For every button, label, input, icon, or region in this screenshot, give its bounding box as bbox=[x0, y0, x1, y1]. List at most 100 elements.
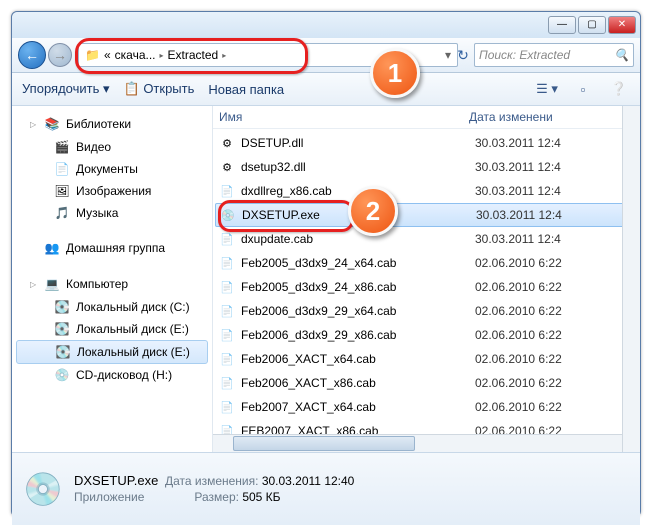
music-icon: 🎵 bbox=[54, 205, 70, 221]
sidebar-item-pictures[interactable]: 🖼Изображения bbox=[12, 180, 212, 202]
sidebar-item-music[interactable]: 🎵Музыка bbox=[12, 202, 212, 224]
open-button[interactable]: 📋 Открыть bbox=[124, 81, 195, 97]
file-date: 30.03.2011 12:4 bbox=[475, 136, 595, 150]
col-date[interactable]: Дата изменени bbox=[469, 110, 589, 124]
file-icon: 📄 bbox=[219, 231, 235, 247]
sidebar-item-cd[interactable]: 💿CD-дисковод (H:) bbox=[12, 364, 212, 386]
file-icon: 📄 bbox=[219, 327, 235, 343]
file-row[interactable]: 📄 Feb2006_d3dx9_29_x64.cab02.06.2010 6:22 bbox=[213, 299, 640, 323]
file-icon: 📄 bbox=[219, 303, 235, 319]
file-date: 02.06.2010 6:22 bbox=[475, 352, 595, 366]
sidebar-item-drive-c[interactable]: 💽Локальный диск (C:) bbox=[12, 296, 212, 318]
back-button[interactable]: ← bbox=[18, 41, 46, 69]
file-row[interactable]: 📄Feb2005_d3dx9_24_x86.cab02.06.2010 6:22 bbox=[213, 275, 640, 299]
titlebar: — ▢ ✕ bbox=[12, 12, 640, 38]
file-date: 30.03.2011 12:4 bbox=[476, 208, 596, 222]
file-name: Feb2005_d3dx9_24_x86.cab bbox=[241, 280, 475, 294]
dropdown-icon[interactable]: ▾ bbox=[443, 48, 453, 62]
file-row[interactable]: 📄Feb2006_d3dx9_29_x86.cab02.06.2010 6:22 bbox=[213, 323, 640, 347]
sidebar-item-documents[interactable]: 📄Документы bbox=[12, 158, 212, 180]
explorer-window: — ▢ ✕ ← → 📁 « скача... ▸ Extracted ▸ ▾ ↻… bbox=[11, 11, 641, 517]
file-row[interactable]: ⚙dsetup32.dll30.03.2011 12:4 bbox=[213, 155, 640, 179]
file-icon: 📄 bbox=[219, 279, 235, 295]
details-type: Приложение bbox=[74, 490, 144, 504]
drive-icon: 💽 bbox=[54, 321, 70, 337]
file-date: 02.06.2010 6:22 bbox=[475, 304, 595, 318]
organize-menu[interactable]: Упорядочить ▾ bbox=[22, 81, 110, 97]
column-headers: Имя Дата изменени bbox=[213, 106, 640, 129]
v-scrollbar[interactable] bbox=[622, 106, 640, 452]
file-icon: 📄 bbox=[219, 351, 235, 367]
file-icon: 📄 bbox=[219, 399, 235, 415]
file-name: dsetup32.dll bbox=[241, 160, 475, 174]
computer-icon: 💻 bbox=[44, 276, 60, 292]
search-icon: 🔍 bbox=[614, 44, 629, 66]
file-name: Feb2006_XACT_x86.cab bbox=[241, 376, 475, 390]
drive-icon: 💽 bbox=[55, 344, 71, 360]
details-date: 30.03.2011 12:40 bbox=[262, 474, 355, 488]
col-name[interactable]: Имя bbox=[219, 110, 469, 124]
preview-pane-icon[interactable]: ▫ bbox=[572, 78, 594, 100]
file-name: Feb2005_d3dx9_24_x64.cab bbox=[241, 256, 475, 270]
sidebar-item-drive-e[interactable]: 💽Локальный диск (E:) bbox=[12, 318, 212, 340]
breadcrumb-sep: « bbox=[102, 48, 113, 62]
file-row[interactable]: 📄 Feb2007_XACT_x64.cab02.06.2010 6:22 bbox=[213, 395, 640, 419]
file-icon: 📄 bbox=[219, 255, 235, 271]
file-row[interactable]: 📄Feb2006_XACT_x86.cab02.06.2010 6:22 bbox=[213, 371, 640, 395]
file-row[interactable]: 📄Feb2005_d3dx9_24_x64.cab02.06.2010 6:22 bbox=[213, 251, 640, 275]
file-icon: 💿 bbox=[220, 207, 236, 223]
details-size: 505 КБ bbox=[242, 490, 280, 504]
toolbar: Упорядочить ▾ 📋 Открыть Новая папка ☰ ▾ … bbox=[12, 73, 640, 106]
view-menu-icon[interactable]: ☰ ▾ bbox=[536, 78, 558, 100]
navbar: ← → 📁 « скача... ▸ Extracted ▸ ▾ ↻ Поиск… bbox=[12, 38, 640, 73]
h-scroll-thumb[interactable] bbox=[233, 436, 415, 451]
file-date: 30.03.2011 12:4 bbox=[475, 184, 595, 198]
file-icon: ⚙ bbox=[219, 159, 235, 175]
libraries-icon: 📚 bbox=[44, 116, 60, 132]
file-name: Feb2007_XACT_x64.cab bbox=[241, 400, 475, 414]
file-row[interactable]: 💿DXSETUP.exe30.03.2011 12:4 bbox=[215, 203, 638, 227]
details-filename: DXSETUP.exe bbox=[74, 473, 158, 488]
pictures-icon: 🖼 bbox=[54, 183, 70, 199]
file-row[interactable]: ⚙DSETUP.dll30.03.2011 12:4 bbox=[213, 131, 640, 155]
file-date: 02.06.2010 6:22 bbox=[475, 400, 595, 414]
close-button[interactable]: ✕ bbox=[608, 16, 636, 34]
cd-icon: 💿 bbox=[54, 367, 70, 383]
sidebar-computer[interactable]: ▷💻Компьютер bbox=[12, 270, 212, 296]
file-name: Feb2006_d3dx9_29_x64.cab bbox=[241, 304, 475, 318]
details-date-label: Дата изменения: bbox=[165, 474, 259, 488]
sidebar-item-video[interactable]: 🎬Видео bbox=[12, 136, 212, 158]
sidebar-homegroup[interactable]: 👥Домашняя группа bbox=[12, 234, 212, 260]
file-name: Feb2006_XACT_x64.cab bbox=[241, 352, 475, 366]
file-row[interactable]: 📄 Feb2006_XACT_x64.cab02.06.2010 6:22 bbox=[213, 347, 640, 371]
drive-icon: 💽 bbox=[54, 299, 70, 315]
file-date: 02.06.2010 6:22 bbox=[475, 376, 595, 390]
file-row[interactable]: 📄dxdllreg_x86.cab30.03.2011 12:4 bbox=[213, 179, 640, 203]
breadcrumb-p1[interactable]: скача... bbox=[113, 48, 158, 62]
help-icon[interactable]: ❔ bbox=[608, 78, 630, 100]
callout-badge-2: 2 bbox=[348, 186, 398, 236]
folder-icon: 📁 bbox=[83, 48, 102, 62]
breadcrumb-arrow[interactable]: ▸ bbox=[220, 51, 228, 60]
sidebar-item-drive-e-sel[interactable]: 💽Локальный диск (E:) bbox=[16, 340, 208, 364]
new-folder-button[interactable]: Новая папка bbox=[208, 82, 284, 97]
file-row[interactable]: 📄dxupdate.cab30.03.2011 12:4 bbox=[213, 227, 640, 251]
breadcrumb-arrow[interactable]: ▸ bbox=[158, 51, 166, 60]
video-icon: 🎬 bbox=[54, 139, 70, 155]
homegroup-icon: 👥 bbox=[44, 240, 60, 256]
file-pane: Имя Дата изменени ⚙DSETUP.dll30.03.2011 … bbox=[213, 106, 640, 452]
file-date: 02.06.2010 6:22 bbox=[475, 328, 595, 342]
details-size-label: Размер: bbox=[194, 490, 239, 504]
file-list: ⚙DSETUP.dll30.03.2011 12:4⚙dsetup32.dll3… bbox=[213, 129, 640, 445]
forward-button[interactable]: → bbox=[48, 43, 72, 67]
breadcrumb-p2[interactable]: Extracted bbox=[166, 48, 221, 62]
search-placeholder: Поиск: Extracted bbox=[479, 44, 570, 66]
h-scrollbar[interactable] bbox=[213, 434, 623, 452]
minimize-button[interactable]: — bbox=[548, 16, 576, 34]
maximize-button[interactable]: ▢ bbox=[578, 16, 606, 34]
sidebar-libraries[interactable]: ▷📚Библиотеки bbox=[12, 110, 212, 136]
search-input[interactable]: Поиск: Extracted 🔍 bbox=[474, 43, 634, 67]
open-icon: 📋 bbox=[124, 81, 140, 96]
body: ▷📚Библиотеки 🎬Видео 📄Документы 🖼Изображе… bbox=[12, 106, 640, 452]
callout-badge-1: 1 bbox=[370, 48, 420, 98]
